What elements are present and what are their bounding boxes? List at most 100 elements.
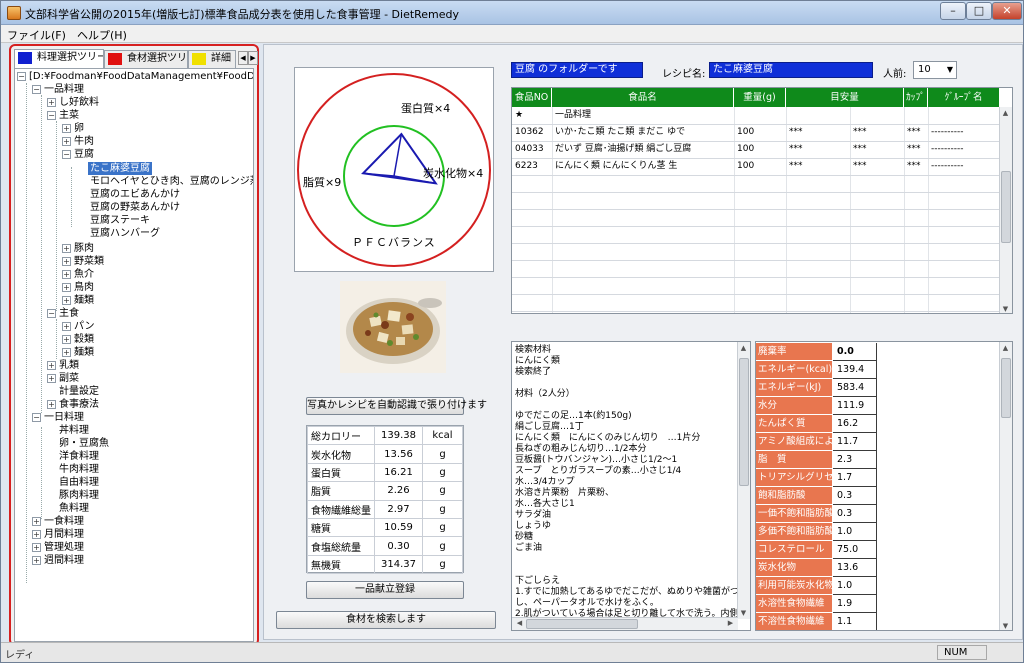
grid-cell-group[interactable]: ---------- <box>929 141 999 158</box>
expand-icon[interactable]: + <box>62 137 71 146</box>
food-photo[interactable] <box>340 281 446 373</box>
grid-cell-no[interactable]: 04033 <box>513 141 551 158</box>
scroll-thumb[interactable] <box>1001 358 1011 418</box>
grid-cell-weight[interactable]: 100 <box>735 124 785 141</box>
scroll-up-icon[interactable]: ▲ <box>738 344 749 352</box>
tree-node[interactable]: 管理処理 <box>44 541 84 554</box>
tab-scroll-right-icon[interactable]: ▶ <box>248 51 258 65</box>
tree-node[interactable]: 鳥肉 <box>74 281 94 294</box>
tree-node[interactable]: 豆腐ステーキ <box>90 214 150 227</box>
expand-icon[interactable]: + <box>32 530 41 539</box>
tree-node[interactable]: 丼料理 <box>59 424 89 437</box>
tree-node[interactable]: 豆腐の野菜あんかけ <box>90 201 180 214</box>
grid-header-no[interactable]: 食品NO <box>512 88 552 107</box>
collapse-icon[interactable]: − <box>62 150 71 159</box>
register-dish-button[interactable]: 一品献立登録 <box>306 581 464 599</box>
tree-node[interactable]: モロヘイヤとひき肉、豆腐のレンジ蒸し <box>90 175 253 188</box>
tree-node[interactable]: 計量設定 <box>59 385 99 398</box>
tree-node[interactable]: 洋食料理 <box>59 450 99 463</box>
grid-cell-no[interactable]: 6223 <box>513 158 551 175</box>
expand-icon[interactable]: + <box>62 244 71 253</box>
expand-icon[interactable]: + <box>47 400 56 409</box>
grid-cell-name[interactable]: 一品料理 <box>553 107 733 124</box>
auto-paste-button[interactable]: 写真かレシピを自動認識で張り付けます <box>306 397 487 415</box>
recipe-vertical-scrollbar[interactable]: ▲ ▼ <box>737 342 750 619</box>
expand-icon[interactable]: + <box>62 270 71 279</box>
expand-icon[interactable]: + <box>47 361 56 370</box>
grid-cell-no[interactable]: 10362 <box>513 124 551 141</box>
grid-cell-weight[interactable]: 100 <box>735 141 785 158</box>
tree-node[interactable]: 卵・豆腐魚 <box>59 437 109 450</box>
expand-icon[interactable]: + <box>62 124 71 133</box>
tree-node[interactable]: 副菜 <box>59 372 79 385</box>
scroll-right-icon[interactable]: ▶ <box>725 619 736 627</box>
grid-cell-m2[interactable]: *** <box>851 158 903 175</box>
grid-cell-m1[interactable]: *** <box>787 124 849 141</box>
tree-node[interactable]: 牛肉 <box>74 135 94 148</box>
collapse-icon[interactable]: − <box>17 72 26 81</box>
tree-node[interactable]: 豚肉 <box>74 242 94 255</box>
servings-select[interactable]: 10 ▼ <box>913 61 957 79</box>
grid-cell-cup[interactable]: *** <box>905 124 927 141</box>
tree-node[interactable]: 豆腐のエビあんかけ <box>90 188 180 201</box>
tree-node[interactable]: 野菜類 <box>74 255 104 268</box>
tree-node[interactable]: 乳類 <box>59 359 79 372</box>
expand-icon[interactable]: + <box>47 374 56 383</box>
expand-icon[interactable]: + <box>32 556 41 565</box>
tab-recipe-tree[interactable]: 料理選択ツリー <box>14 49 104 68</box>
grid-header-group[interactable]: ｸﾞﾙｰﾌﾟ名 <box>928 88 1000 107</box>
collapse-icon[interactable]: − <box>47 309 56 318</box>
grid-cell-m1[interactable]: *** <box>787 141 849 158</box>
collapse-icon[interactable]: − <box>47 111 56 120</box>
expand-icon[interactable]: + <box>62 335 71 344</box>
grid-header-weight[interactable]: 重量(g) <box>734 88 786 107</box>
grid-scrollbar[interactable]: ▲ ▼ <box>999 107 1012 313</box>
scroll-up-icon[interactable]: ▲ <box>1000 109 1011 117</box>
grid-cell-m1[interactable]: *** <box>787 158 849 175</box>
tree-node[interactable]: 魚料理 <box>59 502 89 515</box>
grid-cell-cup[interactable]: *** <box>905 141 927 158</box>
grid-cell-m2[interactable] <box>851 107 903 124</box>
tree-node[interactable]: 主菜 <box>59 109 79 122</box>
tree-node[interactable]: 豆腐ハンバーグ <box>90 227 160 240</box>
maximize-button[interactable]: □ <box>966 2 992 20</box>
tree-node[interactable]: 月間料理 <box>44 528 84 541</box>
scroll-up-icon[interactable]: ▲ <box>1000 344 1011 352</box>
expand-icon[interactable]: + <box>62 348 71 357</box>
tree-node[interactable]: 穀類 <box>74 333 94 346</box>
recipe-horizontal-scrollbar[interactable]: ◀ ▶ <box>512 617 738 630</box>
scroll-thumb[interactable] <box>739 358 749 486</box>
composition-scrollbar[interactable]: ▲ ▼ <box>999 342 1012 630</box>
scroll-thumb[interactable] <box>1001 171 1011 243</box>
tree-node-root[interactable]: [D:¥Foodman¥FoodDataManagement¥FoodDataM… <box>29 70 253 83</box>
grid-cell-group[interactable]: ---------- <box>929 124 999 141</box>
expand-icon[interactable]: + <box>62 322 71 331</box>
grid-cell-m2[interactable]: *** <box>851 124 903 141</box>
tree-node[interactable]: 牛肉料理 <box>59 463 99 476</box>
tree-node-selected[interactable]: たこ麻婆豆腐 <box>88 162 152 175</box>
grid-cell-group[interactable]: ---------- <box>929 158 999 175</box>
grid-header-name[interactable]: 食品名 <box>552 88 734 107</box>
tree-node[interactable]: 魚介 <box>74 268 94 281</box>
recipe-text-area[interactable]: 検索材料 にんにく類 検索終了 材料（2人分） ゆでだこの足…1本(約150g) 絹ごし… <box>511 341 751 631</box>
grid-cell-no[interactable]: ★ <box>513 107 551 124</box>
grid-cell-name[interactable]: にんにく類 にんにくりん茎 生 <box>553 158 733 175</box>
expand-icon[interactable]: + <box>47 98 56 107</box>
grid-cell-weight[interactable]: 100 <box>735 158 785 175</box>
scroll-down-icon[interactable]: ▼ <box>1000 622 1011 630</box>
grid-header-measure[interactable]: 目安量 <box>786 88 904 107</box>
scroll-down-icon[interactable]: ▼ <box>738 609 749 617</box>
tree-node[interactable]: 卵 <box>74 122 84 135</box>
grid-cell-m2[interactable]: *** <box>851 141 903 158</box>
scroll-down-icon[interactable]: ▼ <box>1000 305 1011 313</box>
tree-node[interactable]: 食事療法 <box>59 398 99 411</box>
tree-node[interactable]: パン <box>74 320 95 333</box>
tree-node[interactable]: 麺類 <box>74 294 94 307</box>
menu-help[interactable]: ヘルプ(H) <box>77 27 127 43</box>
expand-icon[interactable]: + <box>32 543 41 552</box>
tree-node[interactable]: 主食 <box>59 307 79 320</box>
expand-icon[interactable]: + <box>62 257 71 266</box>
tab-food-tree[interactable]: 食材選択ツリー <box>104 50 188 68</box>
grid-cell-group[interactable] <box>929 107 999 124</box>
grid-cell-weight[interactable] <box>735 107 785 124</box>
